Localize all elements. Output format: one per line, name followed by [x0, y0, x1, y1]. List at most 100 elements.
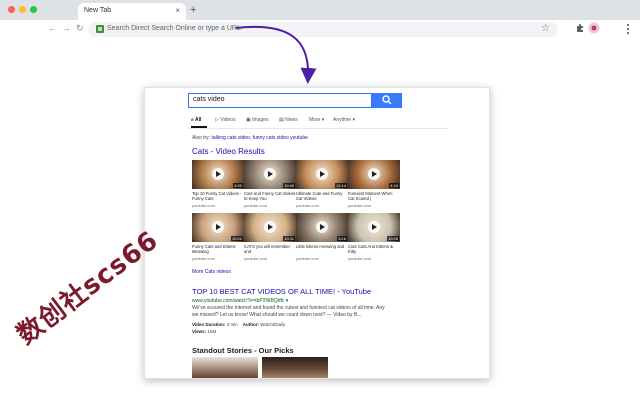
video-section-title[interactable]: Cats - Video Results [192, 147, 265, 156]
tab-videos[interactable]: ▷ Videos [215, 117, 235, 123]
video-thumbnail[interactable]: 10:02 [192, 213, 244, 242]
video-card[interactable]: 10:40 Cute and Funny Cat Videos to Keep Y… [244, 160, 296, 210]
tab-all-label: All [195, 117, 202, 123]
tab-images[interactable]: ▣ Images [246, 117, 269, 123]
video-thumbnail[interactable]: 3:16 [296, 213, 348, 242]
video-source: youtube.com [244, 256, 267, 261]
video-card[interactable]: 4:00 Top 10 Funny Cat Videos - Funny Cats… [192, 160, 244, 210]
back-button[interactable]: ← [48, 23, 57, 33]
video-duration: 10:05 [386, 236, 399, 241]
video-source: youtube.com [192, 203, 215, 208]
video-card[interactable]: 10:02 Funny Cats and Kittens Meowing youtu… [192, 213, 244, 263]
tab-anytime-label: Anytime [333, 117, 352, 123]
tab-anytime[interactable]: Anytime ▾ [333, 117, 355, 123]
tabs-divider [188, 128, 448, 129]
result-url[interactable]: www.youtube.com/watch?v=tbP2NIBQdfc ▾ [192, 298, 288, 304]
views-value: 16M [207, 329, 217, 334]
browser-chrome: New Tab × + ← → ↻ Search Direct Search O… [0, 0, 640, 40]
video-duration: 11:14 [335, 183, 347, 188]
reload-button[interactable]: ↻ [76, 23, 84, 34]
play-icon: ▷ [215, 117, 219, 123]
video-card[interactable]: 10:11 CATS you will remember and youtube.c… [244, 213, 296, 263]
tab-close-icon[interactable]: × [175, 6, 180, 15]
search-engine-icon [96, 25, 104, 33]
video-card[interactable]: 4:24 Funniest Moment When Cat Scared | you… [348, 160, 400, 210]
author-value: WatchItDaily [260, 322, 286, 327]
video-thumbnail[interactable]: 10:40 [244, 160, 296, 189]
play-icon[interactable] [212, 168, 224, 180]
menu-icon[interactable] [626, 23, 630, 35]
search-input[interactable]: cats video [188, 93, 372, 108]
video-card[interactable]: 11:14 Ultimate Cute and Funny Cat Videos y… [296, 160, 348, 210]
play-icon[interactable] [368, 168, 380, 180]
tab-more[interactable]: More ▾ [309, 117, 324, 123]
zoom-window-button[interactable] [30, 6, 37, 13]
watermark: 数创社scs66 [11, 225, 165, 351]
browser-tab[interactable]: New Tab × [78, 3, 186, 20]
extension-badge-icon[interactable] [588, 22, 600, 34]
also-try-label: Also try: [192, 135, 211, 141]
address-bar-placeholder: Search Direct Search Online or type a UR… [107, 25, 241, 32]
result-snippet: We've scoured the Internet and found the… [192, 305, 385, 318]
also-try-links[interactable]: talking cats video, funny cats video you… [211, 135, 307, 141]
video-source: youtube.com [348, 256, 371, 261]
search-button[interactable] [372, 93, 402, 108]
play-triangle-icon [372, 171, 377, 177]
address-bar[interactable]: Search Direct Search Online or type a UR… [88, 22, 558, 37]
video-title[interactable]: Funny Cats and Kittens Meowing [192, 244, 244, 254]
video-title[interactable]: Funniest Moment When Cat Scared | [348, 191, 400, 201]
play-icon[interactable] [368, 221, 380, 233]
play-icon[interactable] [316, 168, 328, 180]
video-source: youtube.com [244, 203, 267, 208]
also-try: Also try: talking cats video, funny cats… [192, 135, 308, 141]
video-duration: 4:00 [233, 183, 243, 188]
new-tab-button[interactable]: + [190, 4, 196, 16]
views-label: Views: [192, 329, 207, 334]
video-title[interactable]: Ultimate Cute and Funny Cat Videos [296, 191, 348, 201]
video-source: youtube.com [192, 256, 215, 261]
forward-button[interactable]: → [62, 23, 71, 33]
video-thumbnail[interactable]: 10:11 [244, 213, 296, 242]
search-tab-icon: ⌕ [191, 117, 194, 123]
duration-label: Video Duration: [192, 322, 226, 327]
tab-title: New Tab [84, 7, 112, 14]
chevron-down-icon: ▾ [352, 117, 355, 123]
video-card[interactable]: 10:05 Cute Cats And Kittens & Kitty youtub… [348, 213, 400, 263]
video-title[interactable]: Cute and Funny Cat Videos to Keep You [244, 191, 296, 201]
video-title[interactable]: Cute Cats And Kittens & Kitty [348, 244, 400, 254]
video-duration: 10:11 [283, 236, 295, 241]
video-card[interactable]: 3:16 Little kittens meowing and youtube.co… [296, 213, 348, 263]
duration-value: 3 min [226, 322, 238, 327]
video-title[interactable]: Little kittens meowing and [296, 244, 348, 249]
search-query: cats video [193, 96, 225, 103]
tab-all[interactable]: ⌕ All [191, 117, 201, 123]
close-window-button[interactable] [8, 6, 15, 13]
extensions-icon[interactable] [575, 23, 585, 33]
video-title[interactable]: CATS you will remember and [244, 244, 296, 254]
play-icon[interactable] [264, 168, 276, 180]
video-duration: 4:24 [389, 183, 399, 188]
result-meta-views: Views: 16M [192, 329, 216, 334]
minimize-window-button[interactable] [19, 6, 26, 13]
image-icon: ▣ [246, 117, 251, 123]
story-thumbnail[interactable] [262, 357, 328, 378]
result-meta-duration: Video Duration: 3 min Author: WatchItDai… [192, 322, 285, 327]
video-thumbnail[interactable]: 10:05 [348, 213, 400, 242]
video-duration: 3:16 [337, 236, 347, 241]
play-icon[interactable] [264, 221, 276, 233]
video-thumbnail[interactable]: 11:14 [296, 160, 348, 189]
video-thumbnail[interactable]: 4:00 [192, 160, 244, 189]
bookmark-star-icon[interactable]: ☆ [541, 23, 550, 34]
story-thumbnail[interactable] [192, 357, 258, 378]
tab-news[interactable]: ▤ News [279, 117, 298, 123]
search-icon [382, 95, 392, 105]
stories-title: Standout Stories - Our Picks [192, 346, 294, 355]
play-triangle-icon [216, 224, 221, 230]
tab-images-label: Images [252, 117, 269, 123]
more-videos-link[interactable]: More Cats videos [192, 269, 231, 275]
video-title[interactable]: Top 10 Funny Cat Videos - Funny Cats [192, 191, 244, 201]
play-icon[interactable] [212, 221, 224, 233]
play-icon[interactable] [316, 221, 328, 233]
result-title[interactable]: TOP 10 BEST CAT VIDEOS OF ALL TIME! - Yo… [192, 287, 371, 296]
video-thumbnail[interactable]: 4:24 [348, 160, 400, 189]
